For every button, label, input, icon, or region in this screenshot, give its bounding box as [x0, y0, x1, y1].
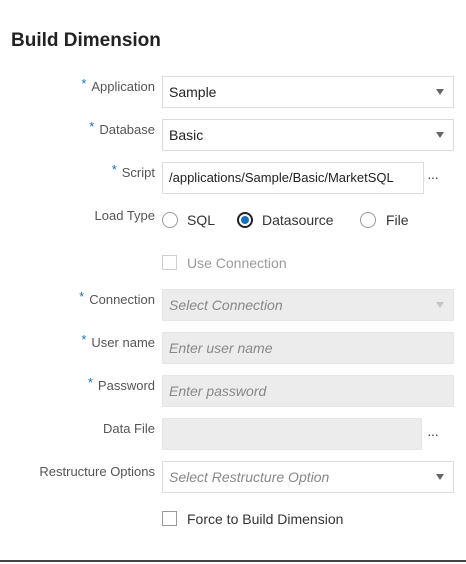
force-build-label: Force to Build Dimension	[187, 511, 344, 527]
chevron-down-icon	[436, 89, 444, 95]
password-label: * Password	[87, 375, 155, 393]
load-type-label: Load Type	[94, 208, 155, 223]
radio-datasource-label: Datasource	[262, 212, 334, 228]
use-connection-label: Use Connection	[187, 255, 287, 271]
data-file-label: Data File	[102, 421, 155, 436]
connection-select[interactable]: Select Connection	[162, 289, 454, 321]
required-marker: *	[79, 289, 85, 304]
data-file-input[interactable]	[162, 418, 422, 450]
radio-datasource[interactable]	[237, 212, 253, 228]
required-marker: *	[81, 76, 87, 91]
radio-file[interactable]	[360, 212, 376, 228]
required-marker: *	[89, 119, 95, 134]
chevron-down-icon	[436, 302, 444, 308]
connection-label: * Connection	[79, 289, 155, 307]
radio-file-label: File	[386, 212, 409, 228]
database-label: * Database	[89, 119, 155, 137]
script-input[interactable]: /applications/Sample/Basic/MarketSQL	[162, 162, 424, 194]
bottom-divider	[0, 560, 466, 562]
radio-sql[interactable]	[162, 212, 178, 228]
radio-sql-label: SQL	[187, 212, 216, 228]
user-name-input[interactable]: Enter user name	[162, 332, 454, 364]
password-input[interactable]: Enter password	[162, 375, 454, 407]
dialog-title: Build Dimension	[11, 30, 161, 51]
chevron-down-icon	[436, 132, 444, 138]
data-file-browse-button[interactable]: ···	[427, 426, 439, 442]
application-label: * Application	[81, 76, 155, 94]
script-browse-button[interactable]: ···	[427, 169, 439, 185]
script-label: * Script	[111, 162, 155, 180]
required-marker: *	[111, 162, 117, 177]
restructure-label: Restructure Options	[39, 464, 155, 479]
use-connection-checkbox[interactable]	[162, 255, 177, 270]
database-select[interactable]: Basic	[162, 119, 454, 151]
application-select[interactable]: Sample	[162, 76, 454, 108]
required-marker: *	[87, 375, 93, 390]
restructure-select[interactable]: Select Restructure Option	[162, 461, 454, 493]
chevron-down-icon	[436, 474, 444, 480]
user-name-label: * User name	[81, 332, 155, 350]
required-marker: *	[81, 332, 87, 347]
force-build-checkbox[interactable]	[162, 511, 177, 526]
